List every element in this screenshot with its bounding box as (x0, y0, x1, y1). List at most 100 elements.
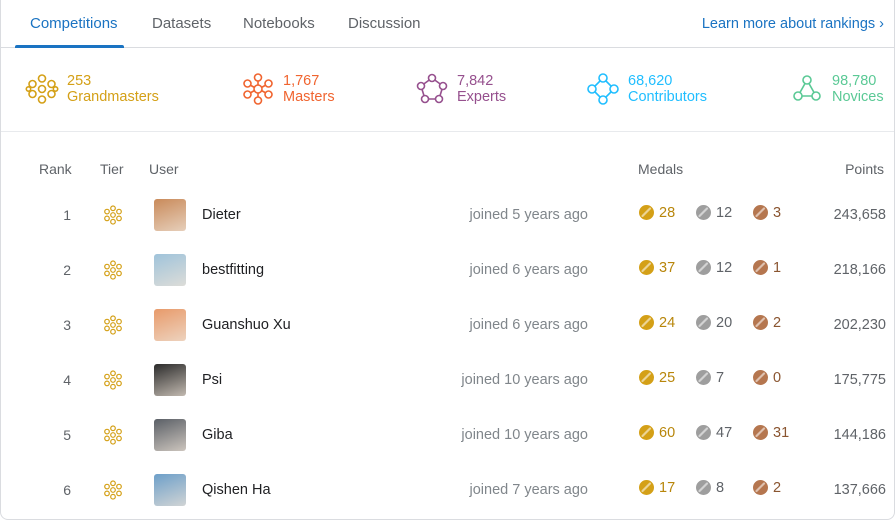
bronze-medal-count: 2 (752, 479, 781, 496)
rank-cell: 3 (63, 317, 71, 333)
silver-count: 8 (716, 479, 725, 496)
user-name-link[interactable]: Guanshuo Xu (202, 317, 291, 333)
novices-count: 98,780 (832, 73, 877, 89)
bronze-medal-count: 0 (752, 369, 781, 386)
joined-text: joined 6 years ago (469, 317, 589, 333)
bronze-count: 2 (773, 314, 782, 331)
bronze-medal-icon (752, 314, 773, 331)
points-cell: 175,775 (833, 372, 886, 388)
column-header-points: Points (845, 161, 884, 177)
masters-label: Masters (283, 89, 335, 105)
tab-datasets[interactable]: Datasets (152, 15, 211, 32)
user-name-link[interactable]: Psi (202, 372, 222, 388)
bronze-count: 1 (773, 259, 782, 276)
table-row[interactable]: 2 bestfitting joined 6 years ago 37 12 1 218,1… (1, 244, 894, 299)
summary-experts[interactable]: 7,842 Experts (415, 72, 506, 106)
silver-count: 7 (716, 369, 725, 386)
novice-icon (793, 75, 821, 101)
gold-count: 17 (659, 479, 676, 496)
bronze-medal-count: 3 (752, 204, 781, 221)
bronze-medal-icon (752, 259, 773, 276)
gold-medal-count: 37 (638, 259, 675, 276)
user-name-link[interactable]: Giba (202, 427, 233, 443)
user-name-link[interactable]: Dieter (202, 207, 241, 223)
master-icon (243, 73, 273, 105)
points-cell: 202,230 (833, 317, 886, 333)
bronze-medal-icon (752, 479, 773, 496)
summary-contributors[interactable]: 68,620 Contributors (586, 72, 707, 106)
gold-count: 24 (659, 314, 676, 331)
gold-medal-count: 60 (638, 424, 675, 441)
silver-medal-count: 7 (695, 369, 724, 386)
points-cell: 218,166 (833, 262, 886, 278)
table-row[interactable]: 3 Guanshuo Xu joined 6 years ago 24 20 2 202,2… (1, 299, 894, 354)
tab-notebooks[interactable]: Notebooks (243, 15, 315, 32)
bronze-medal-count: 2 (752, 314, 781, 331)
summary-grandmasters[interactable]: 253 Grandmasters (25, 72, 159, 106)
silver-count: 12 (716, 204, 733, 221)
silver-count: 20 (716, 314, 733, 331)
silver-medal-icon (695, 479, 716, 496)
joined-text: joined 5 years ago (469, 207, 589, 223)
learn-more-rankings-link[interactable]: Learn more about rankings › (702, 16, 884, 32)
gold-count: 37 (659, 259, 676, 276)
gold-medal-icon (638, 314, 659, 331)
grandmaster-tier-icon (102, 259, 124, 281)
bronze-count: 0 (773, 369, 782, 386)
gold-medal-count: 28 (638, 204, 675, 221)
table-row[interactable]: 6 Qishen Ha joined 7 years ago 17 8 2 137,666 (1, 464, 894, 519)
user-name-link[interactable]: Qishen Ha (202, 482, 271, 498)
user-name-link[interactable]: bestfitting (202, 262, 264, 278)
rank-cell: 2 (63, 262, 71, 278)
silver-medal-count: 20 (695, 314, 732, 331)
contributors-label: Contributors (628, 89, 707, 105)
points-cell: 144,186 (833, 427, 886, 443)
gold-medal-icon (638, 424, 659, 441)
avatar[interactable] (154, 309, 186, 341)
avatar[interactable] (154, 419, 186, 451)
avatar[interactable] (154, 474, 186, 506)
gold-medal-icon (638, 479, 659, 496)
experts-label: Experts (457, 89, 507, 105)
grandmaster-tier-icon (102, 204, 124, 226)
silver-medal-icon (695, 259, 716, 276)
avatar[interactable] (154, 364, 186, 396)
table-row[interactable]: 5 Giba joined 10 years ago 60 47 31 144,186 (1, 409, 894, 464)
gold-medal-icon (638, 369, 659, 386)
silver-medal-count: 47 (695, 424, 732, 441)
grandmaster-tier-icon (102, 314, 124, 336)
column-header-user: User (149, 161, 179, 177)
silver-count: 47 (716, 424, 733, 441)
silver-medal-count: 12 (695, 204, 732, 221)
grandmasters-label: Grandmasters (67, 89, 159, 105)
tab-competitions[interactable]: Competitions (30, 15, 118, 32)
bronze-medal-count: 1 (752, 259, 781, 276)
masters-count: 1,767 (283, 73, 320, 89)
grandmasters-count: 253 (67, 73, 92, 89)
silver-count: 12 (716, 259, 733, 276)
summary-novices[interactable]: 98,780 Novices (790, 72, 884, 106)
gold-medal-icon (638, 259, 659, 276)
expert-icon (416, 73, 448, 104)
grandmaster-tier-icon (102, 424, 124, 446)
table-row[interactable]: 4 Psi joined 10 years ago 25 7 0 175,775 (1, 354, 894, 409)
gold-medal-count: 25 (638, 369, 675, 386)
table-row[interactable]: 1 Dieter joined 5 years ago 28 12 3 243,658 (1, 189, 894, 244)
rank-cell: 6 (63, 482, 71, 498)
experts-count: 7,842 (457, 73, 494, 89)
bronze-medal-count: 31 (752, 424, 789, 441)
column-header-rank: Rank (39, 161, 72, 177)
grandmaster-tier-icon (102, 369, 124, 391)
summary-masters[interactable]: 1,767 Masters (241, 72, 335, 106)
rankings-tabbar: Competitions Datasets Notebooks Discussi… (1, 0, 894, 48)
points-cell: 243,658 (833, 207, 886, 223)
points-cell: 137,666 (833, 482, 886, 498)
gold-medal-count: 17 (638, 479, 675, 496)
rank-cell: 1 (63, 207, 71, 223)
bronze-count: 31 (773, 424, 790, 441)
column-header-medals: Medals (638, 161, 684, 177)
tab-discussion[interactable]: Discussion (348, 15, 421, 32)
avatar[interactable] (154, 254, 186, 286)
avatar[interactable] (154, 199, 186, 231)
gold-count: 25 (659, 369, 676, 386)
